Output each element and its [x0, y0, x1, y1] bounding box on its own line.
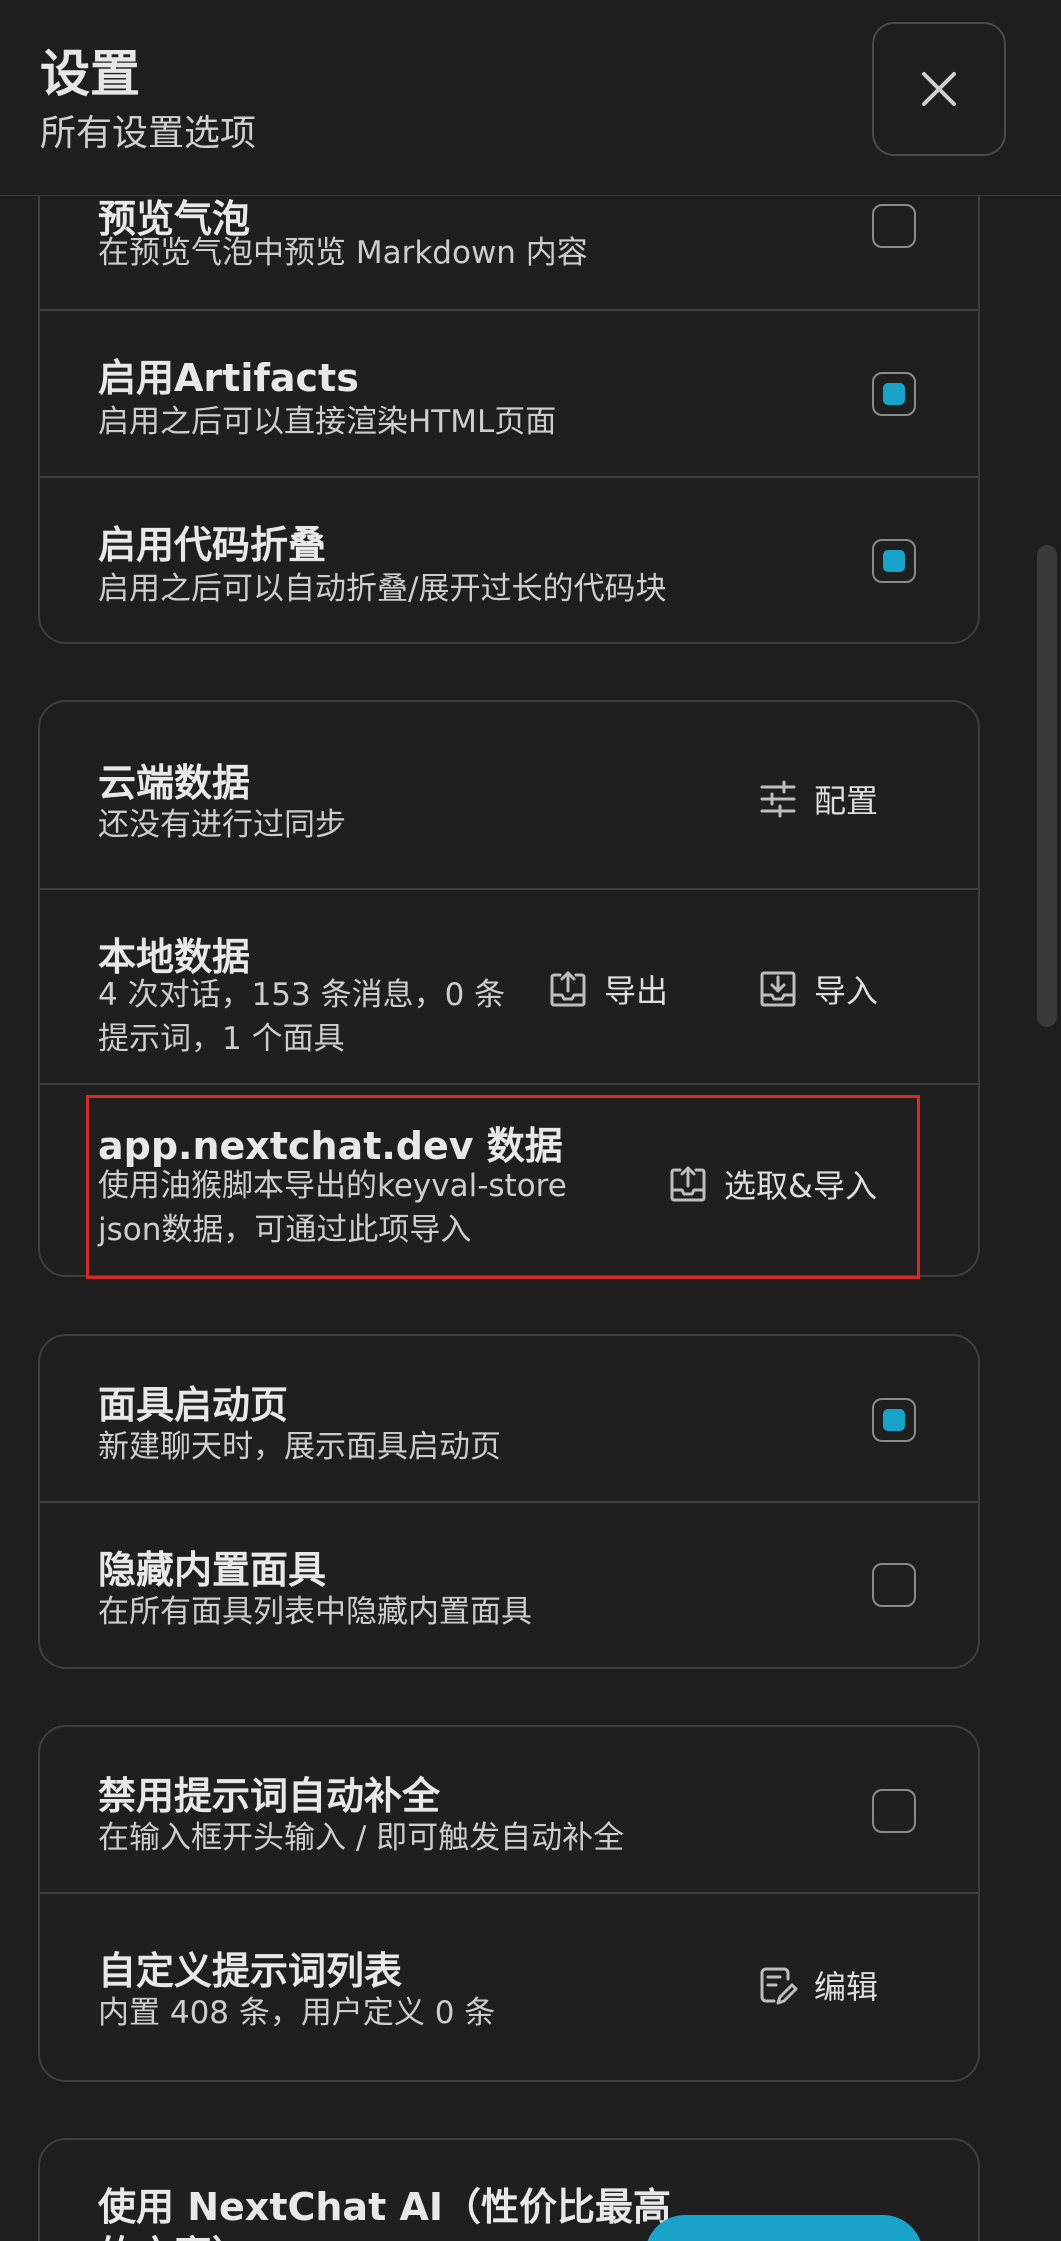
hide-builtin-masks-checkbox[interactable] — [872, 1563, 916, 1607]
setting-title: 隐藏内置面具 — [98, 1548, 327, 1592]
setting-title-line2: 的方案） — [98, 2224, 250, 2241]
setting-title: 禁用提示词自动补全 — [98, 1774, 441, 1818]
export-button-label: 导出 — [604, 972, 669, 1010]
import-button[interactable]: 导入 — [758, 966, 878, 1012]
settings-header: 设置 所有设置选项 — [0, 0, 1061, 196]
config-button[interactable]: 配置 — [758, 776, 878, 822]
preview-bubble-checkbox[interactable] — [872, 204, 916, 248]
settings-content: 预览气泡 在预览气泡中预览 Markdown 内容 启用Artifacts 启用… — [0, 0, 1061, 2241]
setting-desc: 内置 408 条，用户定义 0 条 — [98, 1995, 496, 2031]
edit-button-label: 编辑 — [814, 1968, 879, 2006]
setting-local-data: 本地数据 4 次对话，153 条消息，0 条 提示词，1 个面具 导出 导入 — [40, 890, 978, 1085]
setting-desc: 还没有进行过同步 — [98, 807, 346, 843]
setting-title: 自定义提示词列表 — [98, 1949, 403, 1993]
setting-desc: 新建聊天时，展示面具启动页 — [98, 1429, 501, 1465]
setting-code-fold: 启用代码折叠 启用之后可以自动折叠/展开过长的代码块 — [40, 478, 978, 642]
setting-disable-prompt-autocomplete: 禁用提示词自动补全 在输入框开头输入 / 即可触发自动补全 — [40, 1727, 978, 1894]
setting-title-line1: 使用 NextChat AI（性价比最高 — [98, 2185, 672, 2229]
setting-title: 面具启动页 — [98, 1383, 289, 1427]
sliders-icon — [760, 780, 796, 818]
code-fold-checkbox[interactable] — [872, 539, 916, 583]
setting-title: 云端数据 — [98, 761, 251, 805]
highlight-box — [86, 1095, 920, 1279]
nextchat-ai-button[interactable] — [645, 2215, 923, 2241]
enable-artifacts-checkbox[interactable] — [872, 372, 916, 416]
setting-hide-builtin-masks: 隐藏内置面具 在所有面具列表中隐藏内置面具 — [40, 1503, 978, 1667]
setting-desc-line2: 提示词，1 个面具 — [98, 1021, 345, 1057]
setting-title: 启用Artifacts — [98, 356, 359, 400]
close-icon — [922, 72, 956, 106]
setting-desc: 启用之后可以自动折叠/展开过长的代码块 — [98, 571, 667, 607]
scrollbar-thumb[interactable] — [1037, 545, 1057, 1027]
config-button-label: 配置 — [814, 782, 879, 820]
settings-group-masks: 面具启动页 新建聊天时，展示面具启动页 隐藏内置面具 在所有面具列表中隐藏内置面… — [38, 1334, 980, 1669]
page-subtitle: 所有设置选项 — [40, 113, 257, 154]
mask-launch-page-checkbox[interactable] — [872, 1398, 916, 1442]
setting-desc: 在输入框开头输入 / 即可触发自动补全 — [98, 1820, 625, 1856]
setting-desc: 在所有面具列表中隐藏内置面具 — [98, 1594, 532, 1630]
setting-title: 启用代码折叠 — [98, 523, 327, 567]
import-button-label: 导入 — [814, 972, 879, 1010]
edit-button[interactable]: 编辑 — [758, 1962, 878, 2008]
disable-prompt-autocomplete-checkbox[interactable] — [872, 1789, 916, 1833]
export-button[interactable]: 导出 — [548, 966, 668, 1012]
setting-desc: 在预览气泡中预览 Markdown 内容 — [98, 235, 588, 271]
setting-cloud-data: 云端数据 还没有进行过同步 配置 — [40, 702, 978, 890]
setting-mask-launch-page: 面具启动页 新建聊天时，展示面具启动页 — [40, 1336, 978, 1503]
settings-group-prompts: 禁用提示词自动补全 在输入框开头输入 / 即可触发自动补全 自定义提示词列表 内… — [38, 1725, 980, 2082]
page-title: 设置 — [40, 45, 140, 103]
close-button[interactable] — [872, 22, 1006, 156]
setting-custom-prompt-list: 自定义提示词列表 内置 408 条，用户定义 0 条 编辑 — [40, 1894, 978, 2080]
setting-desc: 启用之后可以直接渲染HTML页面 — [98, 404, 557, 440]
download-tray-icon — [760, 971, 796, 1007]
edit-icon — [760, 1967, 798, 2005]
setting-enable-artifacts: 启用Artifacts 启用之后可以直接渲染HTML页面 — [40, 311, 978, 478]
setting-desc-line1: 4 次对话，153 条消息，0 条 — [98, 977, 506, 1013]
upload-tray-icon — [550, 971, 586, 1007]
